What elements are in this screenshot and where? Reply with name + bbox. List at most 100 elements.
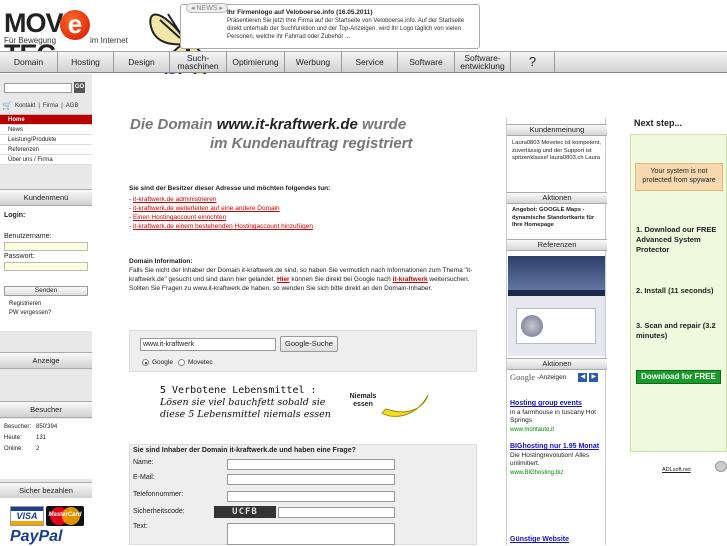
prev-ad-icon[interactable]: ◀ bbox=[578, 372, 588, 382]
visitor-stats: Besucher: 850'394 Heute: 131 Online: 2 bbox=[0, 419, 92, 479]
banner-line2: Lösen sie viel bauchfett sobald sie bbox=[160, 397, 326, 408]
logo-sub-right: im Internet bbox=[90, 36, 128, 45]
nav-design[interactable]: Design bbox=[114, 52, 170, 72]
banner-line3: diese 5 Lebensmittel niemals essen bbox=[160, 409, 331, 420]
news-box[interactable]: ◂ NEWS ▸ Ihr Firmenlogo auf Veloboerse.i… bbox=[180, 3, 480, 49]
logo-sub-left: Für Bewegung bbox=[4, 36, 57, 45]
aktionen-header: Aktionen bbox=[507, 192, 607, 204]
phone-field[interactable] bbox=[227, 491, 395, 502]
visa-logo: VISA bbox=[10, 506, 44, 526]
name-label: Name: bbox=[133, 459, 154, 466]
movetec-logo[interactable]: MOVTEC e Für Bewegung im Internet bbox=[4, 8, 134, 69]
radio-movetec[interactable]: Movetec bbox=[178, 359, 213, 366]
message-textarea[interactable] bbox=[227, 523, 395, 545]
admin-link[interactable]: it-kraftwerk.de administrieren bbox=[133, 196, 216, 203]
nav-software[interactable]: Software bbox=[398, 52, 455, 72]
hosting-link[interactable]: Einen Hostingaccount einrichten bbox=[133, 214, 226, 221]
info-column: Kundenmeinung Laura0803 Movetec ist komp… bbox=[506, 118, 607, 545]
search-input[interactable]: www.it-kraftwerk bbox=[140, 338, 276, 351]
forgot-password-link[interactable]: PW vergessen? bbox=[9, 310, 51, 316]
menu-home[interactable]: Home bbox=[0, 115, 92, 125]
adlsoft-link[interactable]: ADLsoft.net bbox=[662, 467, 691, 473]
security-code-label: Sicherheitscode: bbox=[133, 508, 185, 515]
ad-item[interactable]: BIGhosting nur 1.95 Monat Die Hostingrev… bbox=[510, 443, 605, 477]
login-panel: Login: Benutzername: Passwort: Senden Re… bbox=[0, 206, 92, 331]
nav-werbung[interactable]: Werbung bbox=[285, 52, 342, 72]
add-hosting-link[interactable]: it-kraftwerk.de einem bestehenden Hostin… bbox=[133, 223, 313, 230]
google-ads-header: Google -Anzeigen ◀ ▶ bbox=[507, 372, 607, 382]
payment-header: Sicher bezahlen bbox=[0, 482, 92, 499]
menu-ueber-uns[interactable]: Über uns / Firma bbox=[0, 155, 92, 165]
login-title: Login: bbox=[4, 212, 26, 219]
aktionen2-header: Aktionen bbox=[507, 358, 607, 370]
aktionen-text[interactable]: Angebot: GOOGLE Maps - dynamische Stando… bbox=[512, 207, 604, 230]
redirect-link[interactable]: it-kraftwerk.de weiterleiten auf eine an… bbox=[133, 205, 280, 212]
email-field[interactable] bbox=[227, 474, 395, 485]
stat-row: Heute: 131 bbox=[4, 435, 47, 441]
security-code-field[interactable] bbox=[278, 507, 395, 518]
reference-screenshot[interactable] bbox=[508, 256, 605, 356]
page-title: Die Domain www.it-kraftwerk.de wurde bbox=[130, 116, 407, 133]
quicklink-kontakt[interactable]: Kontakt bbox=[15, 103, 35, 109]
nav-suchmaschinen[interactable]: Such-maschinen bbox=[170, 52, 227, 72]
send-button[interactable]: Senden bbox=[4, 286, 88, 296]
password-field[interactable] bbox=[4, 262, 88, 271]
step-3: 3. Scan and repair (3.2 minutes) bbox=[636, 321, 716, 340]
info-title: Domain Information: bbox=[129, 258, 193, 265]
hier-link[interactable]: Hier bbox=[277, 276, 290, 283]
nav-help[interactable]: ? bbox=[511, 52, 555, 72]
step-2: 2. Install (11 seconds) bbox=[636, 286, 714, 295]
keyword-link[interactable]: it-kraftwerk bbox=[393, 276, 428, 283]
name-field[interactable] bbox=[227, 459, 395, 470]
phone-label: Telefonnummer: bbox=[133, 491, 184, 498]
download-free-button[interactable]: Download for FREE bbox=[636, 370, 721, 384]
go-button[interactable]: GO bbox=[74, 82, 85, 93]
referenzen-header: Referenzen bbox=[507, 239, 607, 251]
stat-row: Online: 2 bbox=[4, 446, 40, 452]
page-title-line2: im Kundenauftrag registriert bbox=[210, 135, 413, 152]
logo-e: e bbox=[60, 10, 90, 40]
username-field[interactable] bbox=[4, 242, 88, 251]
banner-niemals: Niemals essen bbox=[349, 393, 377, 408]
kundenmenu-header: Kundenmenü bbox=[0, 189, 92, 206]
news-tab[interactable]: ◂ NEWS ▸ bbox=[186, 3, 228, 13]
anzeige-header: Anzeige bbox=[0, 352, 92, 369]
nav-service[interactable]: Service bbox=[342, 52, 398, 72]
quicklink-agb[interactable]: AGB bbox=[66, 103, 79, 109]
promo-box: Your system is not protected from spywar… bbox=[630, 134, 727, 452]
ad-banner[interactable]: 5 Verbotene Lebensmittel : Lösen sie vie… bbox=[160, 385, 430, 423]
captcha-image: UCFB bbox=[214, 506, 276, 518]
chat-bubble-icon[interactable] bbox=[715, 461, 727, 472]
contact-form: Sie sind Inhaber der Domain it-kraftwerk… bbox=[129, 444, 477, 545]
google-search-button[interactable]: Google-Suche bbox=[280, 336, 338, 352]
news-body: Präsentieren Sie jetzt Ihre Firma auf de… bbox=[227, 18, 465, 40]
main-content: Die Domain www.it-kraftwerk.de wurde im … bbox=[92, 74, 506, 545]
nav-hosting[interactable]: Hosting bbox=[58, 52, 114, 72]
news-title[interactable]: Ihr Firmenlogo auf Veloboerse.info (16.0… bbox=[227, 9, 373, 16]
google-search-box: www.it-kraftwerk Google-Suche Google Mov… bbox=[129, 330, 477, 372]
radio-google[interactable]: Google bbox=[142, 359, 173, 366]
menu-news[interactable]: News bbox=[0, 125, 92, 135]
stat-row: Besucher: 850'394 bbox=[4, 424, 58, 430]
anzeigen-label: -Anzeigen bbox=[537, 373, 567, 381]
kundenmeinung-text: Laura0803 Movetec ist kompetent, zuverlä… bbox=[512, 140, 601, 161]
menu-leistung[interactable]: Leistung/Produkte bbox=[0, 135, 92, 145]
password-label: Passwort: bbox=[4, 253, 35, 260]
nav-softwareentwicklung[interactable]: Software-entwicklung bbox=[455, 52, 511, 72]
banner-line1: 5 Verbotene Lebensmittel : bbox=[160, 385, 317, 396]
cart-icon[interactable]: 🛒 bbox=[2, 101, 12, 110]
left-sidebar: GO 🛒 Kontakt | Firma | AGB Home News Leist… bbox=[0, 74, 92, 545]
nav-domain[interactable]: Domain bbox=[0, 52, 58, 72]
register-link[interactable]: Registrieren bbox=[9, 301, 41, 307]
paypal-logo: PayPal bbox=[10, 528, 63, 545]
ad-item[interactable]: Günstige Website bbox=[510, 536, 605, 545]
next-ad-icon[interactable]: ▶ bbox=[589, 372, 599, 382]
menu-referenzen[interactable]: Referenzen bbox=[0, 145, 92, 155]
quick-search-input[interactable] bbox=[4, 83, 72, 93]
owner-links: - it-kraftwerk.de administrieren - it-kr… bbox=[129, 196, 313, 230]
payment-logos: VISA MasterCard PayPal bbox=[0, 498, 92, 545]
nav-optimierung[interactable]: Optimierung bbox=[227, 52, 285, 72]
main-nav: Domain Hosting Design Such-maschinen Opt… bbox=[0, 51, 727, 73]
quicklink-firma[interactable]: Firma bbox=[43, 103, 58, 109]
ad-item[interactable]: Hosting group events in a farmhouse in t… bbox=[510, 400, 605, 434]
